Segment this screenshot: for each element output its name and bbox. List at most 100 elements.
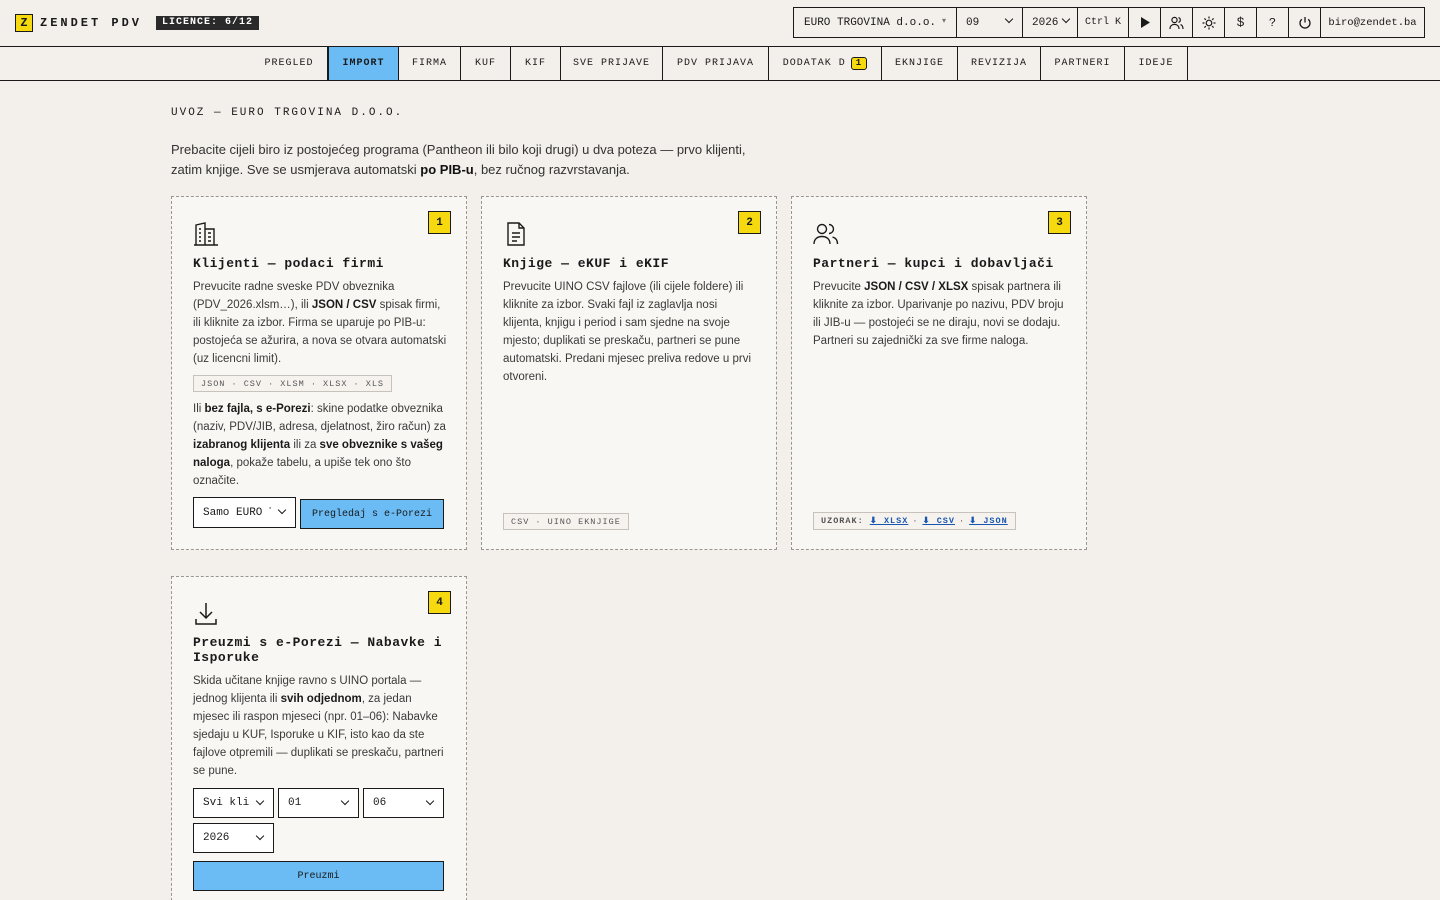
chevron-down-icon — [340, 796, 350, 806]
caret-down-icon: ▾ — [941, 17, 946, 26]
command-palette-button[interactable]: Ctrl K — [1078, 8, 1129, 37]
format-chip: JSON · CSV · XLSM · XLSX · XLS — [193, 375, 393, 392]
eporezi-description: Ili bez fajla, s e-Porezi: skine podatke… — [193, 400, 449, 490]
company-name: EURO TRGOVINA d.o.o. — [804, 16, 937, 29]
dropzone-partners[interactable]: 3 Partneri — kupci i dobavljači Prevucit… — [791, 196, 1087, 550]
shortcut-label: Ctrl K — [1084, 17, 1121, 28]
text: ili za — [290, 439, 320, 451]
download-xlsx-link[interactable]: ⬇ XLSX — [870, 516, 909, 526]
download-csv-link[interactable]: ⬇ CSV — [922, 516, 955, 526]
tab-sve-prijave[interactable]: SVE PRIJAVE — [561, 47, 663, 80]
tab-label: SVE PRIJAVE — [572, 58, 650, 69]
step-number: 2 — [738, 211, 761, 234]
tab-pdv-prijava[interactable]: PDV PRIJAVA — [663, 47, 769, 80]
card-title: Klijenti — podaci firmi — [193, 256, 384, 271]
step-number: 3 — [1048, 211, 1071, 234]
text-bold: JSON / CSV / XLSX — [864, 281, 969, 293]
preview-eporezi-button[interactable]: Pregledaj s e-Porezi — [300, 499, 444, 529]
tab-label: KIF — [524, 58, 546, 69]
select-value: Svi klijenti — [203, 797, 249, 809]
tab-pregled[interactable]: PREGLED — [251, 47, 328, 80]
company-select[interactable]: EURO TRGOVINA d.o.o. ▾ — [794, 8, 957, 37]
dropzone-clients[interactable]: 1 Klijenti — podaci firmi Prevucite radn… — [171, 196, 467, 550]
text-bold: izabranog klijenta — [193, 439, 291, 451]
tab-label: PARTNERI — [1054, 58, 1111, 69]
chevron-down-icon — [1061, 14, 1071, 24]
billing-button[interactable]: $ — [1225, 8, 1257, 37]
text-bold: svih odjednom — [280, 693, 362, 705]
top-bar: Z ZENDET PDV LICENCE: 6/12 EURO TRGOVINA… — [0, 0, 1440, 46]
text-bold: JSON / CSV — [311, 299, 377, 311]
sun-icon — [1202, 16, 1215, 29]
building-icon — [194, 222, 218, 246]
licence-badge: LICENCE: 6/12 — [156, 16, 260, 30]
card-description: Prevucite UINO CSV fajlove (ili cijele f… — [503, 281, 752, 383]
tab-dodatak-d[interactable]: DODATAK D 1 — [769, 47, 882, 80]
sample-label: UZORAK: — [821, 516, 864, 526]
download-json-link[interactable]: ⬇ JSON — [969, 516, 1008, 526]
users-icon — [813, 223, 839, 245]
tab-kuf[interactable]: KUF — [461, 47, 511, 80]
power-icon — [1298, 16, 1311, 29]
intro-bold: po PIB-u — [420, 162, 474, 177]
tab-import[interactable]: IMPORT — [328, 47, 399, 80]
play-icon — [1140, 17, 1150, 28]
tab-partneri[interactable]: PARTNERI — [1041, 47, 1125, 80]
app-logo[interactable]: Z ZENDET PDV LICENCE: 6/12 — [15, 14, 260, 32]
select-value: 06 — [373, 797, 387, 809]
month-select[interactable]: 09 — [957, 8, 1023, 37]
text: , za jedan mjesec ili raspon mjeseci (np… — [193, 693, 444, 777]
tab-kif[interactable]: KIF — [511, 47, 561, 80]
tab-firma[interactable]: FIRMA — [399, 47, 461, 80]
client-select[interactable]: Svi klijenti — [193, 788, 274, 818]
year-select[interactable]: 2026 — [1023, 8, 1078, 37]
play-button[interactable] — [1129, 8, 1161, 37]
card-title: Partneri — kupci i dobavljači — [813, 256, 1054, 271]
tab-label: IDEJE — [1138, 58, 1174, 69]
tab-eknjige[interactable]: EKNJIGE — [882, 47, 958, 80]
format-chip: CSV · UINO EKNJIGE — [503, 513, 629, 530]
month-from-select[interactable]: 01 — [278, 788, 359, 818]
text: Ili — [193, 403, 205, 415]
main-nav: PREGLED IMPORT FIRMA KUF KIF SVE PRIJAVE… — [0, 46, 1440, 81]
logo-mark: Z — [15, 14, 33, 32]
page-intro: Prebacite cijeli biro iz postojećeg prog… — [171, 140, 761, 180]
help-button[interactable]: ? — [1257, 8, 1289, 37]
users-button[interactable] — [1161, 8, 1193, 37]
separator: · — [959, 516, 966, 526]
card-title: Preuzmi s e-Porezi — Nabavke i Isporuke — [193, 635, 443, 665]
card-description: Prevucite JSON / CSV / XLSX spisak partn… — [813, 278, 1069, 350]
user-email: biro@zendet.ba — [1328, 16, 1417, 29]
logout-button[interactable] — [1289, 8, 1321, 37]
tab-revizija[interactable]: REVIZIJA — [958, 47, 1041, 80]
client-scope-select[interactable]: Samo EURO TRGOVINA — [193, 497, 296, 528]
tab-label: KUF — [474, 58, 496, 69]
user-account[interactable]: biro@zendet.ba — [1321, 8, 1424, 37]
document-icon — [507, 222, 525, 246]
page-title: UVOZ — EURO TRGOVINA D.O.O. — [171, 107, 404, 119]
month-to-select[interactable]: 06 — [363, 788, 444, 818]
chevron-down-icon — [425, 796, 435, 806]
download-button[interactable]: Preuzmi — [193, 861, 444, 891]
card-description: Skida učitane knjige ravno s UINO portal… — [193, 672, 449, 780]
sample-downloads: UZORAK: ⬇ XLSX · ⬇ CSV · ⬇ JSON — [813, 512, 1016, 530]
dropzone-books[interactable]: 2 Knjige — eKUF i eKIF Prevucite UINO CS… — [481, 196, 777, 550]
intro-text: , bez ručnog razvrstavanja. — [473, 162, 630, 177]
app-name: ZENDET PDV — [40, 16, 143, 30]
tab-ideje[interactable]: IDEJE — [1125, 47, 1188, 80]
year-select[interactable]: 2026 — [193, 823, 274, 853]
tab-label: IMPORT — [342, 58, 385, 69]
chevron-down-icon — [1004, 14, 1014, 24]
step-number: 4 — [428, 591, 451, 614]
tab-label: PDV PRIJAVA — [676, 58, 754, 69]
chevron-down-icon — [277, 505, 287, 515]
card-title: Knjige — eKUF i eKIF — [503, 256, 670, 271]
theme-toggle-button[interactable] — [1193, 8, 1225, 37]
toolbar: EURO TRGOVINA d.o.o. ▾ 09 2026 Ctrl K $ … — [793, 7, 1425, 38]
chevron-down-icon — [255, 796, 265, 806]
tab-label: EKNJIGE — [894, 58, 944, 69]
dollar-icon: $ — [1236, 15, 1245, 30]
chevron-down-icon — [255, 831, 265, 841]
tab-label: DODATAK D — [782, 58, 846, 69]
text-bold: bez fajla, s e-Porezi — [204, 403, 311, 415]
